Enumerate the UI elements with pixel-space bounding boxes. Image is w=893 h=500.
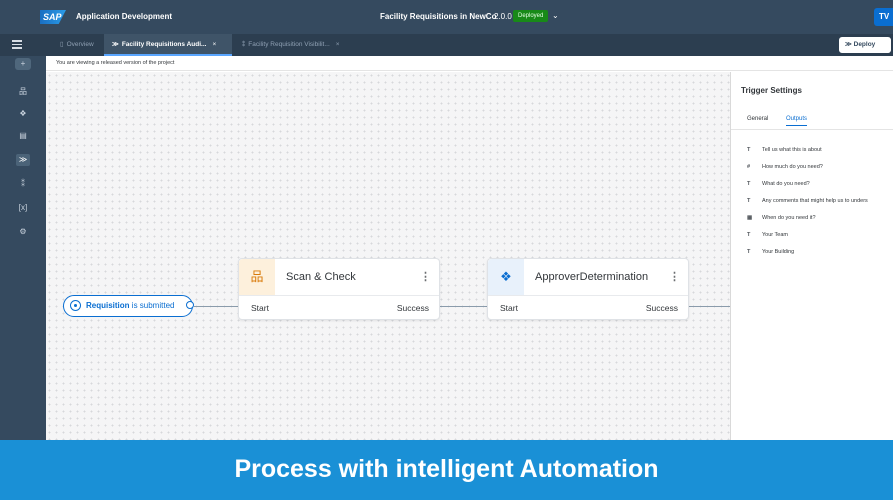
step-header: 品 Scan & Check ⋮	[239, 259, 439, 295]
list-item[interactable]: T Any comments that might help us to unde…	[731, 193, 893, 210]
text-type-icon: T	[747, 147, 751, 153]
visibility-icon[interactable]: ⁑	[16, 178, 30, 190]
trigger-node[interactable]: Requisition is submitted	[63, 295, 193, 317]
text-type-icon: T	[747, 181, 751, 187]
app-frame: SAP Application Development Facility Req…	[0, 0, 893, 500]
tab-label: Overview	[66, 41, 94, 48]
deploy-icon: ≫	[845, 41, 854, 48]
variables-icon[interactable]: [x]	[16, 202, 30, 214]
connector-line	[194, 306, 238, 307]
trigger-icon	[70, 300, 81, 311]
step-footer: Start Success	[488, 295, 688, 319]
settings-icon[interactable]: ⚙	[16, 226, 30, 238]
decision-icon: ❖	[488, 259, 524, 295]
tab-facility-requisition-visibility[interactable]: ⁑ Facility Requisition Visibilit... ×	[238, 34, 344, 56]
tab-facility-requisitions-audit[interactable]: ≫ Facility Requisitions Audi... ×	[104, 34, 232, 56]
step-success-label: Success	[645, 303, 678, 313]
step-start-label: Start	[251, 303, 269, 313]
list-item[interactable]: T What do you need?	[731, 176, 893, 193]
deploy-label: Deploy	[853, 41, 876, 48]
tab-label: Facility Requisitions Audi...	[121, 41, 207, 48]
list-item[interactable]: T Tell us what this is about	[731, 142, 893, 159]
output-label: Your Team	[762, 232, 788, 238]
list-item[interactable]: ▦ When do you need it?	[731, 210, 893, 227]
output-label: Your Building	[762, 249, 795, 255]
panel-title: Trigger Settings	[741, 86, 802, 95]
step-header: ❖ ApproverDetermination ⋮	[488, 259, 688, 295]
connector-line	[689, 306, 730, 307]
chevron-down-icon[interactable]: ⌄	[552, 11, 559, 20]
step-start-label: Start	[500, 303, 518, 313]
more-options-icon[interactable]: ⋮	[669, 270, 680, 283]
number-type-icon: #	[747, 164, 751, 170]
output-label: What do you need?	[762, 181, 810, 187]
step-title: ApproverDetermination	[535, 271, 649, 283]
project-version: 2.0.0	[494, 12, 512, 21]
list-item[interactable]: T Your Building	[731, 244, 893, 261]
org-chart-icon: 品	[239, 259, 275, 295]
form-icon[interactable]: ▤	[16, 130, 30, 142]
close-icon[interactable]: ×	[212, 41, 216, 48]
side-rail: + 品 ❖ ▤ ≫ ⁑ [x] ⚙	[0, 56, 46, 440]
step-approver-determination[interactable]: ❖ ApproverDetermination ⋮ Start Success	[487, 258, 689, 320]
project-title[interactable]: Facility Requisitions in NewCo	[380, 12, 496, 21]
step-footer: Start Success	[239, 295, 439, 319]
list-item[interactable]: # How much do you need?	[731, 159, 893, 176]
tab-label: Facility Requisition Visibilit...	[248, 41, 330, 48]
status-badge: Deployed	[513, 10, 549, 22]
connector-line	[440, 306, 487, 307]
text-type-icon: T	[747, 249, 751, 255]
tab-general[interactable]: General	[747, 116, 768, 122]
decision-icon[interactable]: ❖	[16, 108, 30, 120]
app-title[interactable]: Application Development	[76, 12, 172, 21]
visibility-icon: ⁑	[242, 41, 246, 48]
step-title: Scan & Check	[286, 271, 356, 283]
trigger-suffix: is submitted	[129, 301, 175, 310]
process-icon[interactable]: ≫	[16, 154, 30, 166]
output-label: How much do you need?	[762, 164, 823, 170]
output-label: Tell us what this is about	[762, 147, 822, 153]
document-icon: ▯	[60, 41, 64, 48]
avatar[interactable]: TV	[874, 8, 893, 26]
list-item[interactable]: T Your Team	[731, 227, 893, 244]
divider	[731, 129, 893, 130]
process-canvas[interactable]	[46, 72, 730, 440]
trigger-settings-panel: Trigger Settings General Outputs T Tell u…	[730, 72, 893, 440]
output-label: When do you need it?	[762, 215, 816, 221]
output-label: Any comments that might help us to under…	[762, 198, 868, 204]
connector-port[interactable]	[186, 301, 194, 309]
text-type-icon: T	[747, 198, 751, 204]
add-icon[interactable]: +	[15, 58, 31, 70]
deploy-button[interactable]: ≫ Deploy	[839, 37, 891, 53]
close-icon[interactable]: ×	[336, 41, 340, 48]
step-scan-and-check[interactable]: 品 Scan & Check ⋮ Start Success	[238, 258, 440, 320]
process-icon: ≫	[112, 41, 119, 48]
calendar-icon: ▦	[747, 215, 753, 221]
outputs-list: T Tell us what this is about # How much do…	[731, 142, 893, 261]
trigger-name: Requisition	[86, 301, 130, 310]
tab-overview[interactable]: ▯ Overview	[54, 34, 100, 56]
org-chart-icon[interactable]: 品	[16, 86, 30, 98]
caption-banner: Process with intelligent Automation	[0, 440, 893, 500]
step-success-label: Success	[396, 303, 429, 313]
tab-outputs[interactable]: Outputs	[786, 116, 808, 126]
more-options-icon[interactable]: ⋮	[420, 270, 431, 283]
menu-icon[interactable]	[12, 40, 22, 49]
text-type-icon: T	[747, 232, 751, 238]
released-version-notice: You are viewing a released version of th…	[46, 56, 893, 71]
